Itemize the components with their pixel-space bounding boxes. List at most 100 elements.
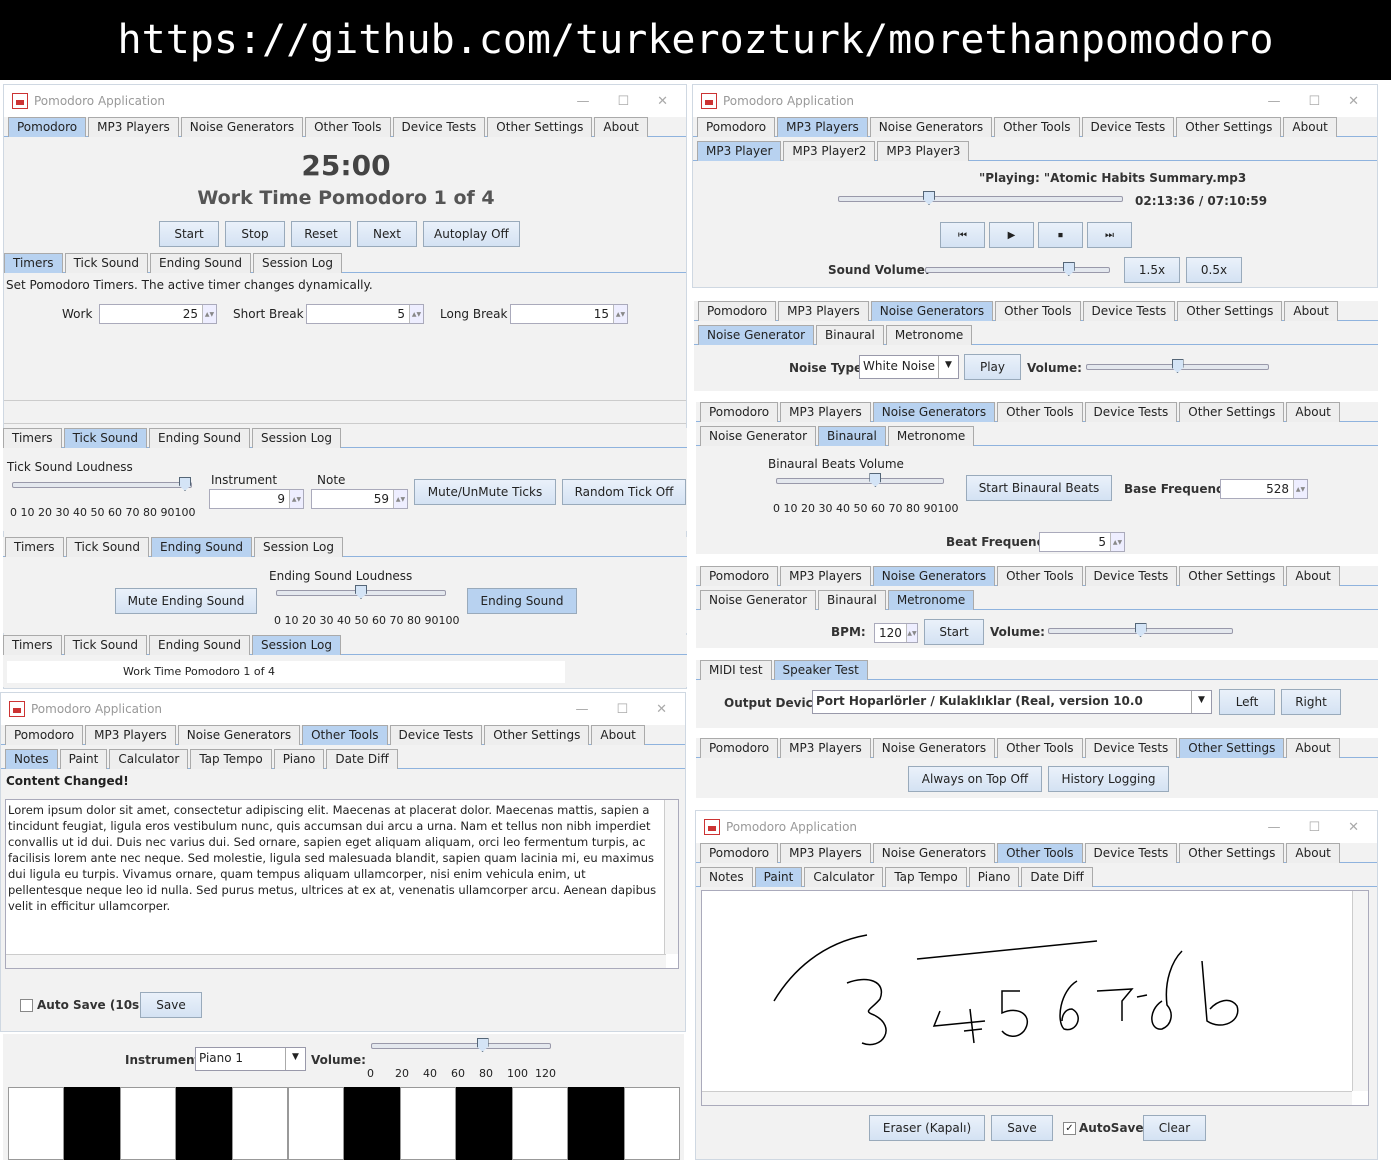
tab-other-tools[interactable]: Other Tools [305, 117, 391, 137]
noise-play-button[interactable]: Play [964, 354, 1021, 380]
tab-pomodoro[interactable]: Pomodoro [5, 725, 84, 745]
tab-pomodoro[interactable]: Pomodoro [700, 843, 779, 863]
minimize-icon[interactable]: — [1267, 820, 1280, 835]
noisetab-binaural[interactable]: Binaural [818, 426, 886, 446]
beat-frequency-spinner[interactable]: 5 ▲▼ [1039, 532, 1125, 552]
tab-mp3-players[interactable]: MP3 Players [780, 843, 871, 863]
subtab-tick-sound[interactable]: Tick Sound [65, 537, 150, 557]
autosave-checkbox[interactable] [20, 999, 33, 1012]
history-logging-button[interactable]: History Logging [1048, 766, 1169, 792]
tick-loudness-slider[interactable] [12, 477, 192, 491]
tab-mp3-players[interactable]: MP3 Players [780, 566, 871, 586]
title-bar[interactable]: Pomodoro Application — ☐ ✕ [696, 811, 1377, 843]
start-binaural-button[interactable]: Start Binaural Beats [966, 475, 1112, 501]
slider-thumb[interactable] [1062, 262, 1075, 276]
piano-black-key[interactable] [456, 1087, 512, 1160]
next-button[interactable]: Next [357, 221, 417, 247]
subtab-session-log[interactable]: Session Log [252, 253, 343, 273]
right-speaker-button[interactable]: Right [1281, 689, 1341, 715]
tab-device-tests[interactable]: Device Tests [392, 117, 486, 137]
tab-pomodoro[interactable]: Pomodoro [700, 738, 779, 758]
noisetab-metronome[interactable]: Metronome [887, 590, 975, 610]
short-break-spinner[interactable]: 5 ▲▼ [306, 304, 424, 324]
title-bar[interactable]: Pomodoro Application — ☐ ✕ [1, 693, 685, 725]
tab-device-tests[interactable]: Device Tests [1084, 843, 1178, 863]
tab-pomodoro[interactable]: Pomodoro [697, 117, 776, 137]
piano-black-key[interactable] [568, 1087, 624, 1160]
noisetab-noise-generator[interactable]: Noise Generator [698, 325, 815, 345]
mp3tab-mp3-player[interactable]: MP3 Player [697, 141, 782, 161]
mute-ending-button[interactable]: Mute Ending Sound [115, 588, 257, 614]
tab-about[interactable]: About [1286, 843, 1340, 863]
subtab-timers[interactable]: Timers [3, 428, 62, 448]
tab-noise-generators[interactable]: Noise Generators [872, 738, 996, 758]
tab-mp3-players[interactable]: MP3 Players [780, 402, 871, 422]
tab-about[interactable]: About [1286, 738, 1340, 758]
title-bar[interactable]: Pomodoro Application — ☐ ✕ [4, 85, 686, 117]
subtab-tick-sound[interactable]: Tick Sound [63, 635, 148, 655]
subtab-ending-sound[interactable]: Ending Sound [149, 635, 250, 655]
minimize-icon[interactable]: — [575, 702, 588, 717]
play-icon[interactable]: ▶ [989, 222, 1034, 248]
tab-other-settings[interactable]: Other Settings [1179, 402, 1285, 422]
tab-mp3-players[interactable]: MP3 Players [88, 117, 179, 137]
note-spinner[interactable]: 59 ▲▼ [311, 489, 408, 509]
tooltab-piano[interactable]: Piano [968, 867, 1020, 887]
tooltab-notes[interactable]: Notes [700, 867, 753, 887]
tab-other-tools[interactable]: Other Tools [997, 738, 1083, 758]
slider-thumb[interactable] [1134, 623, 1147, 637]
metronome-start-button[interactable]: Start [924, 619, 984, 645]
piano-instrument-select[interactable]: Piano 1 ▼ [195, 1047, 306, 1071]
tooltab-date-diff[interactable]: Date Diff [326, 749, 398, 769]
minimize-icon[interactable]: — [576, 94, 589, 109]
ending-sound-button[interactable]: Ending Sound [467, 588, 577, 614]
tooltab-piano[interactable]: Piano [273, 749, 325, 769]
slider-thumb[interactable] [476, 1038, 489, 1052]
subtab-ending-sound[interactable]: Ending Sound [150, 253, 251, 273]
subtab-timers[interactable]: Timers [5, 537, 64, 557]
subtab-timers[interactable]: Timers [3, 635, 62, 655]
instrument-spinner[interactable]: 9 ▲▼ [209, 489, 304, 509]
devtab-midi-test[interactable]: MIDI test [700, 660, 772, 680]
tooltab-paint[interactable]: Paint [59, 749, 108, 769]
tab-mp3-players[interactable]: MP3 Players [780, 738, 871, 758]
mp3tab-mp3-player3[interactable]: MP3 Player3 [877, 141, 970, 161]
tab-about[interactable]: About [591, 725, 645, 745]
always-on-top-button[interactable]: Always on Top Off [908, 766, 1042, 792]
speed-1-5x-button[interactable]: 1.5x [1124, 257, 1180, 283]
tab-about[interactable]: About [1284, 301, 1338, 321]
autoplay-off-button[interactable]: Autoplay Off [423, 221, 520, 247]
piano-keyboard[interactable] [8, 1087, 680, 1160]
noisetab-metronome[interactable]: Metronome [887, 426, 975, 446]
slider-thumb[interactable] [923, 191, 935, 205]
tab-other-settings[interactable]: Other Settings [1177, 301, 1283, 321]
close-icon[interactable]: ✕ [1348, 94, 1359, 109]
noisetab-noise-generator[interactable]: Noise Generator [700, 426, 817, 446]
piano-volume-slider[interactable] [371, 1038, 551, 1052]
tab-noise-generators[interactable]: Noise Generators [872, 843, 996, 863]
tab-about[interactable]: About [1286, 402, 1340, 422]
subtab-tick-sound[interactable]: Tick Sound [63, 428, 148, 448]
tooltab-tap-tempo[interactable]: Tap Tempo [885, 867, 967, 887]
tooltab-tap-tempo[interactable]: Tap Tempo [190, 749, 272, 769]
tooltab-calculator[interactable]: Calculator [109, 749, 189, 769]
maximize-icon[interactable]: ☐ [616, 702, 628, 717]
tab-device-tests[interactable]: Device Tests [389, 725, 483, 745]
tab-about[interactable]: About [594, 117, 648, 137]
tooltab-calculator[interactable]: Calculator [804, 867, 884, 887]
tab-other-tools[interactable]: Other Tools [995, 301, 1081, 321]
tooltab-paint[interactable]: Paint [754, 867, 803, 887]
tab-noise-generators[interactable]: Noise Generators [870, 301, 994, 321]
tab-pomodoro[interactable]: Pomodoro [8, 117, 87, 137]
left-speaker-button[interactable]: Left [1219, 689, 1275, 715]
noise-type-select[interactable]: White Noise ▼ [859, 355, 959, 379]
paint-clear-button[interactable]: Clear [1143, 1115, 1206, 1141]
paint-autosave-checkbox[interactable]: ✓ [1063, 1122, 1076, 1135]
maximize-icon[interactable]: ☐ [1308, 820, 1320, 835]
notes-content[interactable]: Lorem ipsum dolor sit amet, consectetur … [8, 802, 663, 914]
speed-0-5x-button[interactable]: 0.5x [1186, 257, 1242, 283]
binaural-volume-slider[interactable] [776, 473, 944, 487]
stop-icon[interactable]: ⏹ [1038, 222, 1083, 248]
tab-other-settings[interactable]: Other Settings [1179, 843, 1285, 863]
mp3-volume-slider[interactable] [925, 262, 1110, 276]
